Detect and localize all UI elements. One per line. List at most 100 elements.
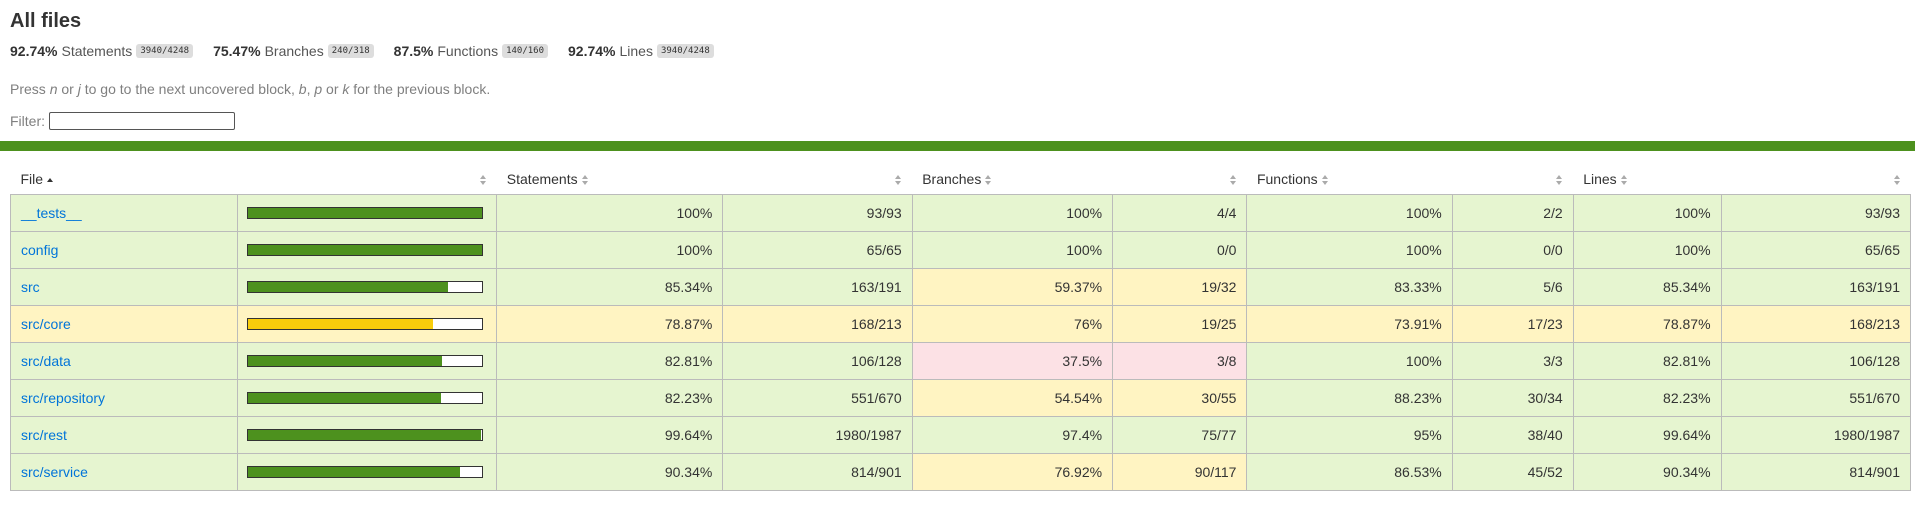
filter-bar: Filter: — [10, 110, 1905, 132]
file-link[interactable]: src/core — [21, 316, 71, 332]
functions-fraction: 3/3 — [1451, 342, 1574, 380]
lines-pct: 99.64% — [1572, 416, 1722, 454]
functions-fraction: 0/0 — [1451, 231, 1574, 269]
statements-pct: 78.87% — [496, 305, 724, 343]
sort-ascending-icon — [47, 175, 54, 185]
column-header-label: File — [20, 170, 44, 187]
coverage-bar-cell — [237, 453, 498, 491]
statements-fraction: 65/65 — [722, 231, 913, 269]
lines-pct: 100% — [1572, 194, 1722, 232]
file-cell: src/service — [9, 453, 239, 491]
file-cell: config — [9, 231, 239, 269]
summary-label: Branches — [264, 43, 324, 59]
column-header-functions[interactable]: Functions — [1247, 163, 1452, 195]
statements-pct: 100% — [496, 194, 724, 232]
column-header-lines-raw[interactable] — [1721, 163, 1910, 195]
sort-icon — [1556, 174, 1563, 185]
help-text: or — [57, 81, 78, 97]
coverage-bar-fill — [248, 282, 448, 292]
column-header-branches[interactable]: Branches — [912, 163, 1112, 195]
file-link[interactable]: src/rest — [21, 427, 67, 443]
summary-statements: 92.74% Statements 3940/4248 — [10, 43, 194, 59]
summary-pct: 92.74% — [568, 43, 616, 59]
sort-icon — [1229, 174, 1237, 185]
coverage-bar-cell — [237, 231, 498, 269]
coverage-bar-cell — [237, 416, 498, 454]
column-header-file[interactable]: File — [11, 163, 238, 195]
coverage-bar — [247, 466, 484, 478]
file-link[interactable]: src/repository — [21, 390, 105, 406]
coverage-table-body: __tests__ 100% 93/93 100% 4/4 100% 2/2 100% 93/9… — [9, 194, 1912, 491]
table-row: __tests__ 100% 93/93 100% 4/4 100% 2/2 100% 93/9… — [9, 194, 1912, 232]
status-line — [0, 141, 1915, 151]
summary-fraction: 140/160 — [502, 44, 549, 58]
column-header-label: Lines — [1583, 170, 1617, 187]
lines-fraction: 814/901 — [1720, 453, 1912, 491]
coverage-bar-fill — [248, 467, 460, 477]
filter-input[interactable] — [49, 112, 235, 130]
lines-pct: 85.34% — [1572, 268, 1722, 306]
coverage-bar-cell — [237, 268, 498, 306]
help-text: for the previous block. — [349, 81, 491, 97]
page-title: All files — [10, 10, 82, 32]
lines-fraction: 551/670 — [1720, 379, 1912, 417]
file-link[interactable]: src/service — [21, 464, 88, 480]
keyboard-help-text: Press n or j to go to the next uncovered… — [10, 81, 1905, 97]
column-header-branches-raw[interactable] — [1113, 163, 1247, 195]
branches-fraction: 75/77 — [1112, 416, 1248, 454]
filter-label: Filter: — [10, 113, 45, 129]
column-header-file-bar[interactable] — [238, 163, 497, 195]
column-header-functions-raw[interactable] — [1452, 163, 1573, 195]
coverage-bar-fill — [248, 208, 483, 218]
branches-pct: 37.5% — [911, 342, 1114, 380]
lines-pct: 82.23% — [1572, 379, 1722, 417]
statements-fraction: 163/191 — [722, 268, 913, 306]
sort-icon — [1620, 174, 1628, 185]
statements-pct: 85.34% — [496, 268, 724, 306]
table-row: src/rest 99.64% 1980/1987 97.4% 75/77 95% 38/4… — [9, 416, 1912, 454]
statements-pct: 82.23% — [496, 379, 724, 417]
sort-icon — [985, 174, 992, 185]
file-cell: __tests__ — [9, 194, 239, 232]
sort-icon — [1893, 174, 1901, 185]
branches-pct: 100% — [911, 231, 1114, 269]
file-link[interactable]: src/data — [21, 353, 71, 369]
branches-pct: 97.4% — [911, 416, 1114, 454]
statements-pct: 82.81% — [496, 342, 724, 380]
column-header-statements-raw[interactable] — [723, 163, 912, 195]
column-header-label: Statements — [506, 170, 578, 187]
file-link[interactable]: config — [21, 242, 58, 258]
branches-pct: 76% — [911, 305, 1114, 343]
lines-fraction: 1980/1987 — [1720, 416, 1912, 454]
branches-pct: 100% — [911, 194, 1114, 232]
coverage-bar — [247, 429, 484, 441]
file-cell: src/data — [9, 342, 239, 380]
statements-pct: 90.34% — [496, 453, 724, 491]
functions-fraction: 38/40 — [1451, 416, 1574, 454]
coverage-bar-fill — [248, 430, 482, 440]
file-link[interactable]: src — [21, 279, 40, 295]
summary-lines: 92.74% Lines 3940/4248 — [568, 43, 714, 59]
sort-icon — [479, 174, 487, 185]
functions-pct: 100% — [1246, 342, 1453, 380]
help-key: p — [314, 81, 323, 97]
summary-functions: 87.5% Functions 140/160 — [394, 43, 549, 59]
statements-pct: 100% — [496, 231, 724, 269]
lines-fraction: 93/93 — [1720, 194, 1912, 232]
help-text: Press — [10, 81, 50, 97]
summary-fraction: 240/318 — [327, 44, 374, 58]
summary-fraction: 3940/4248 — [136, 44, 194, 58]
branches-fraction: 19/32 — [1112, 268, 1248, 306]
coverage-table: File Statements Branches Functions Lines… — [9, 163, 1912, 491]
statements-fraction: 814/901 — [722, 453, 913, 491]
statements-fraction: 168/213 — [722, 305, 913, 343]
help-text: or — [322, 81, 343, 97]
functions-pct: 83.33% — [1246, 268, 1453, 306]
functions-fraction: 30/34 — [1451, 379, 1574, 417]
column-header-statements[interactable]: Statements — [497, 163, 723, 195]
column-header-lines[interactable]: Lines — [1573, 163, 1721, 195]
coverage-bar — [247, 318, 484, 330]
file-link[interactable]: __tests__ — [21, 205, 82, 221]
coverage-bar-fill — [248, 356, 443, 366]
statements-fraction: 93/93 — [722, 194, 913, 232]
